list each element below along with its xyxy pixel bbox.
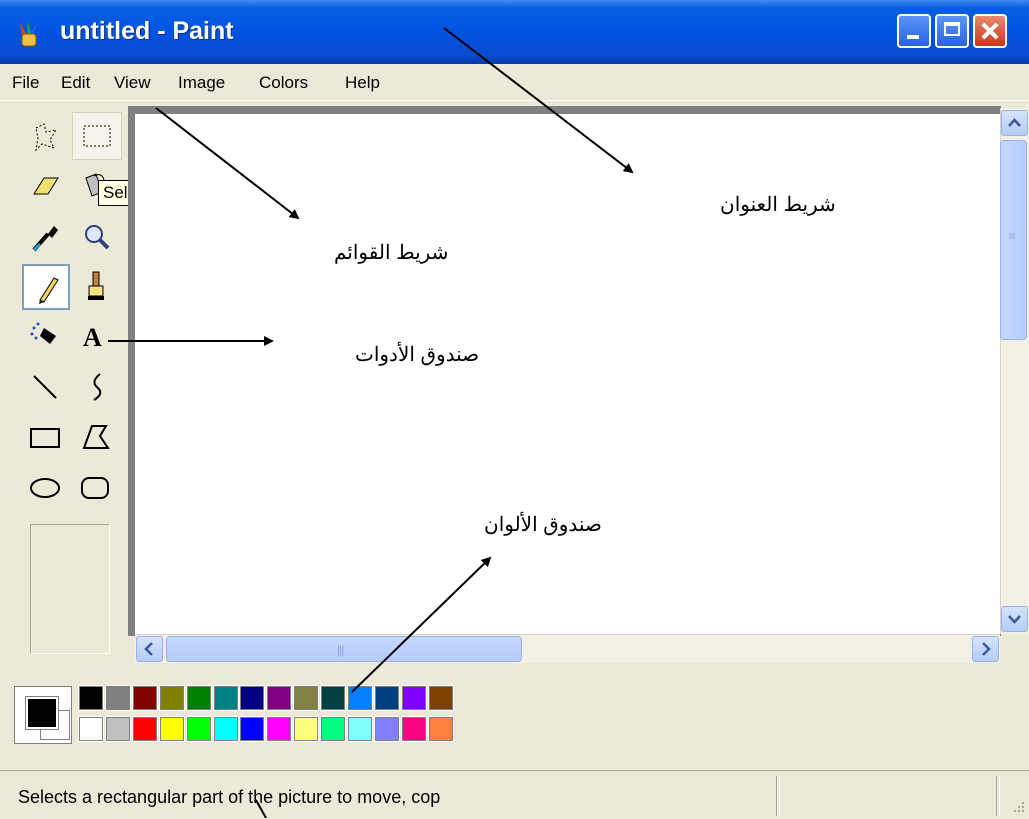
arrow-to-status-bar [255, 799, 267, 818]
arrow-to-menu-bar [155, 107, 300, 220]
annotation-arrows [108, 27, 634, 818]
arrow-to-color-box [351, 556, 492, 693]
arrow-to-title-bar [443, 27, 634, 174]
